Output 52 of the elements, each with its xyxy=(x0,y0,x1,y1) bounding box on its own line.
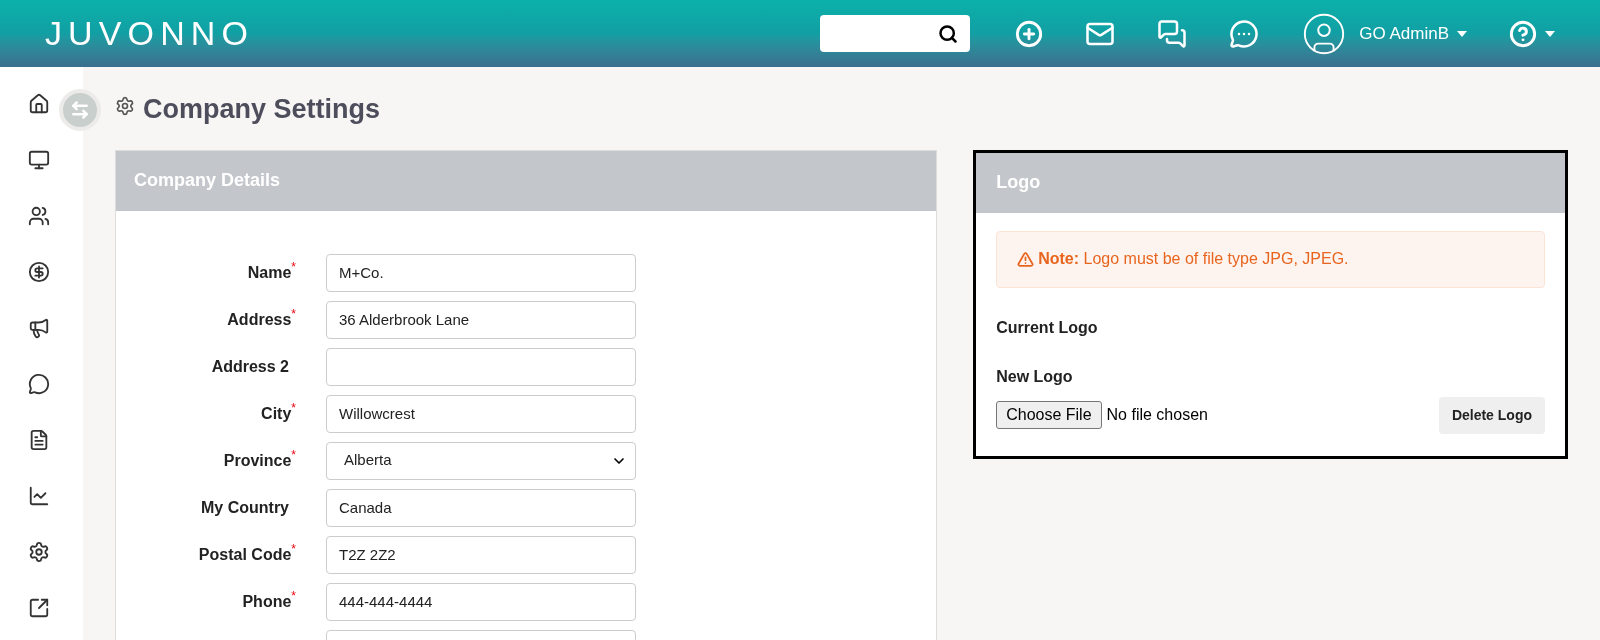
text-field[interactable]: Willowcrest xyxy=(326,394,636,433)
field-label: Address xyxy=(227,310,292,330)
province-select[interactable]: Alberta xyxy=(326,441,636,480)
field-label: Province xyxy=(223,451,292,471)
required-mark: * xyxy=(291,448,296,464)
chat-bubbles-icon[interactable] xyxy=(1157,18,1188,49)
settings-icon[interactable] xyxy=(27,541,50,563)
home-icon[interactable] xyxy=(27,93,50,115)
settings-icon xyxy=(115,96,135,117)
arrows-left-right-icon xyxy=(70,100,90,120)
text-field[interactable]: T2Z 2Z2 xyxy=(326,535,636,574)
required-mark: * xyxy=(291,542,296,558)
current-logo-label: Current Logo xyxy=(996,317,1099,338)
field-label: Name xyxy=(247,263,292,283)
users-icon[interactable] xyxy=(27,205,50,227)
note-text: Note: Logo must be of file type JPG, JPEG. xyxy=(1038,249,1349,269)
page-title: Company Settings xyxy=(143,93,381,126)
required-mark: * xyxy=(291,401,296,417)
collapse-toggle[interactable] xyxy=(59,89,101,131)
text-field[interactable]: 36 Alderbrook Lane xyxy=(326,300,636,339)
dollar-icon[interactable] xyxy=(27,261,50,283)
file-status: No file chosen xyxy=(1106,405,1208,425)
search-icon xyxy=(938,23,959,44)
field-label: My Country xyxy=(201,497,289,518)
required-mark: * xyxy=(291,307,296,323)
card-title: Company Details xyxy=(134,169,281,192)
chat-outline-icon[interactable] xyxy=(1229,18,1260,49)
choose-file-button[interactable]: Choose File xyxy=(996,401,1102,429)
text-field[interactable]: M+Co. xyxy=(326,253,636,292)
line-chart-icon[interactable] xyxy=(27,485,50,507)
text-field[interactable]: 444-444-4444 xyxy=(326,582,636,621)
required-mark: * xyxy=(291,589,296,605)
search-field[interactable] xyxy=(820,15,971,52)
card-title: Logo xyxy=(996,171,1041,194)
field-label: City xyxy=(261,404,292,424)
text-field[interactable] xyxy=(326,347,636,386)
field-label: Postal Code xyxy=(198,545,292,565)
caret-icon xyxy=(1545,30,1555,37)
megaphone-icon[interactable] xyxy=(27,317,50,339)
caret-icon xyxy=(1457,30,1467,37)
field-label: Phone xyxy=(242,592,292,612)
chat-bubble-icon[interactable] xyxy=(27,373,50,395)
required-mark: * xyxy=(291,260,296,276)
field-label: Address 2 xyxy=(211,356,289,377)
warning-icon xyxy=(1017,250,1035,268)
text-field[interactable]: Canada xyxy=(326,488,636,527)
new-logo-label: New Logo xyxy=(996,366,1074,387)
delete-logo-button[interactable]: Delete Logo xyxy=(1438,396,1545,434)
external-link-icon[interactable] xyxy=(27,597,50,619)
add-icon[interactable] xyxy=(1015,19,1044,48)
help-icon[interactable] xyxy=(1509,19,1537,48)
monitor-icon[interactable] xyxy=(27,149,50,171)
